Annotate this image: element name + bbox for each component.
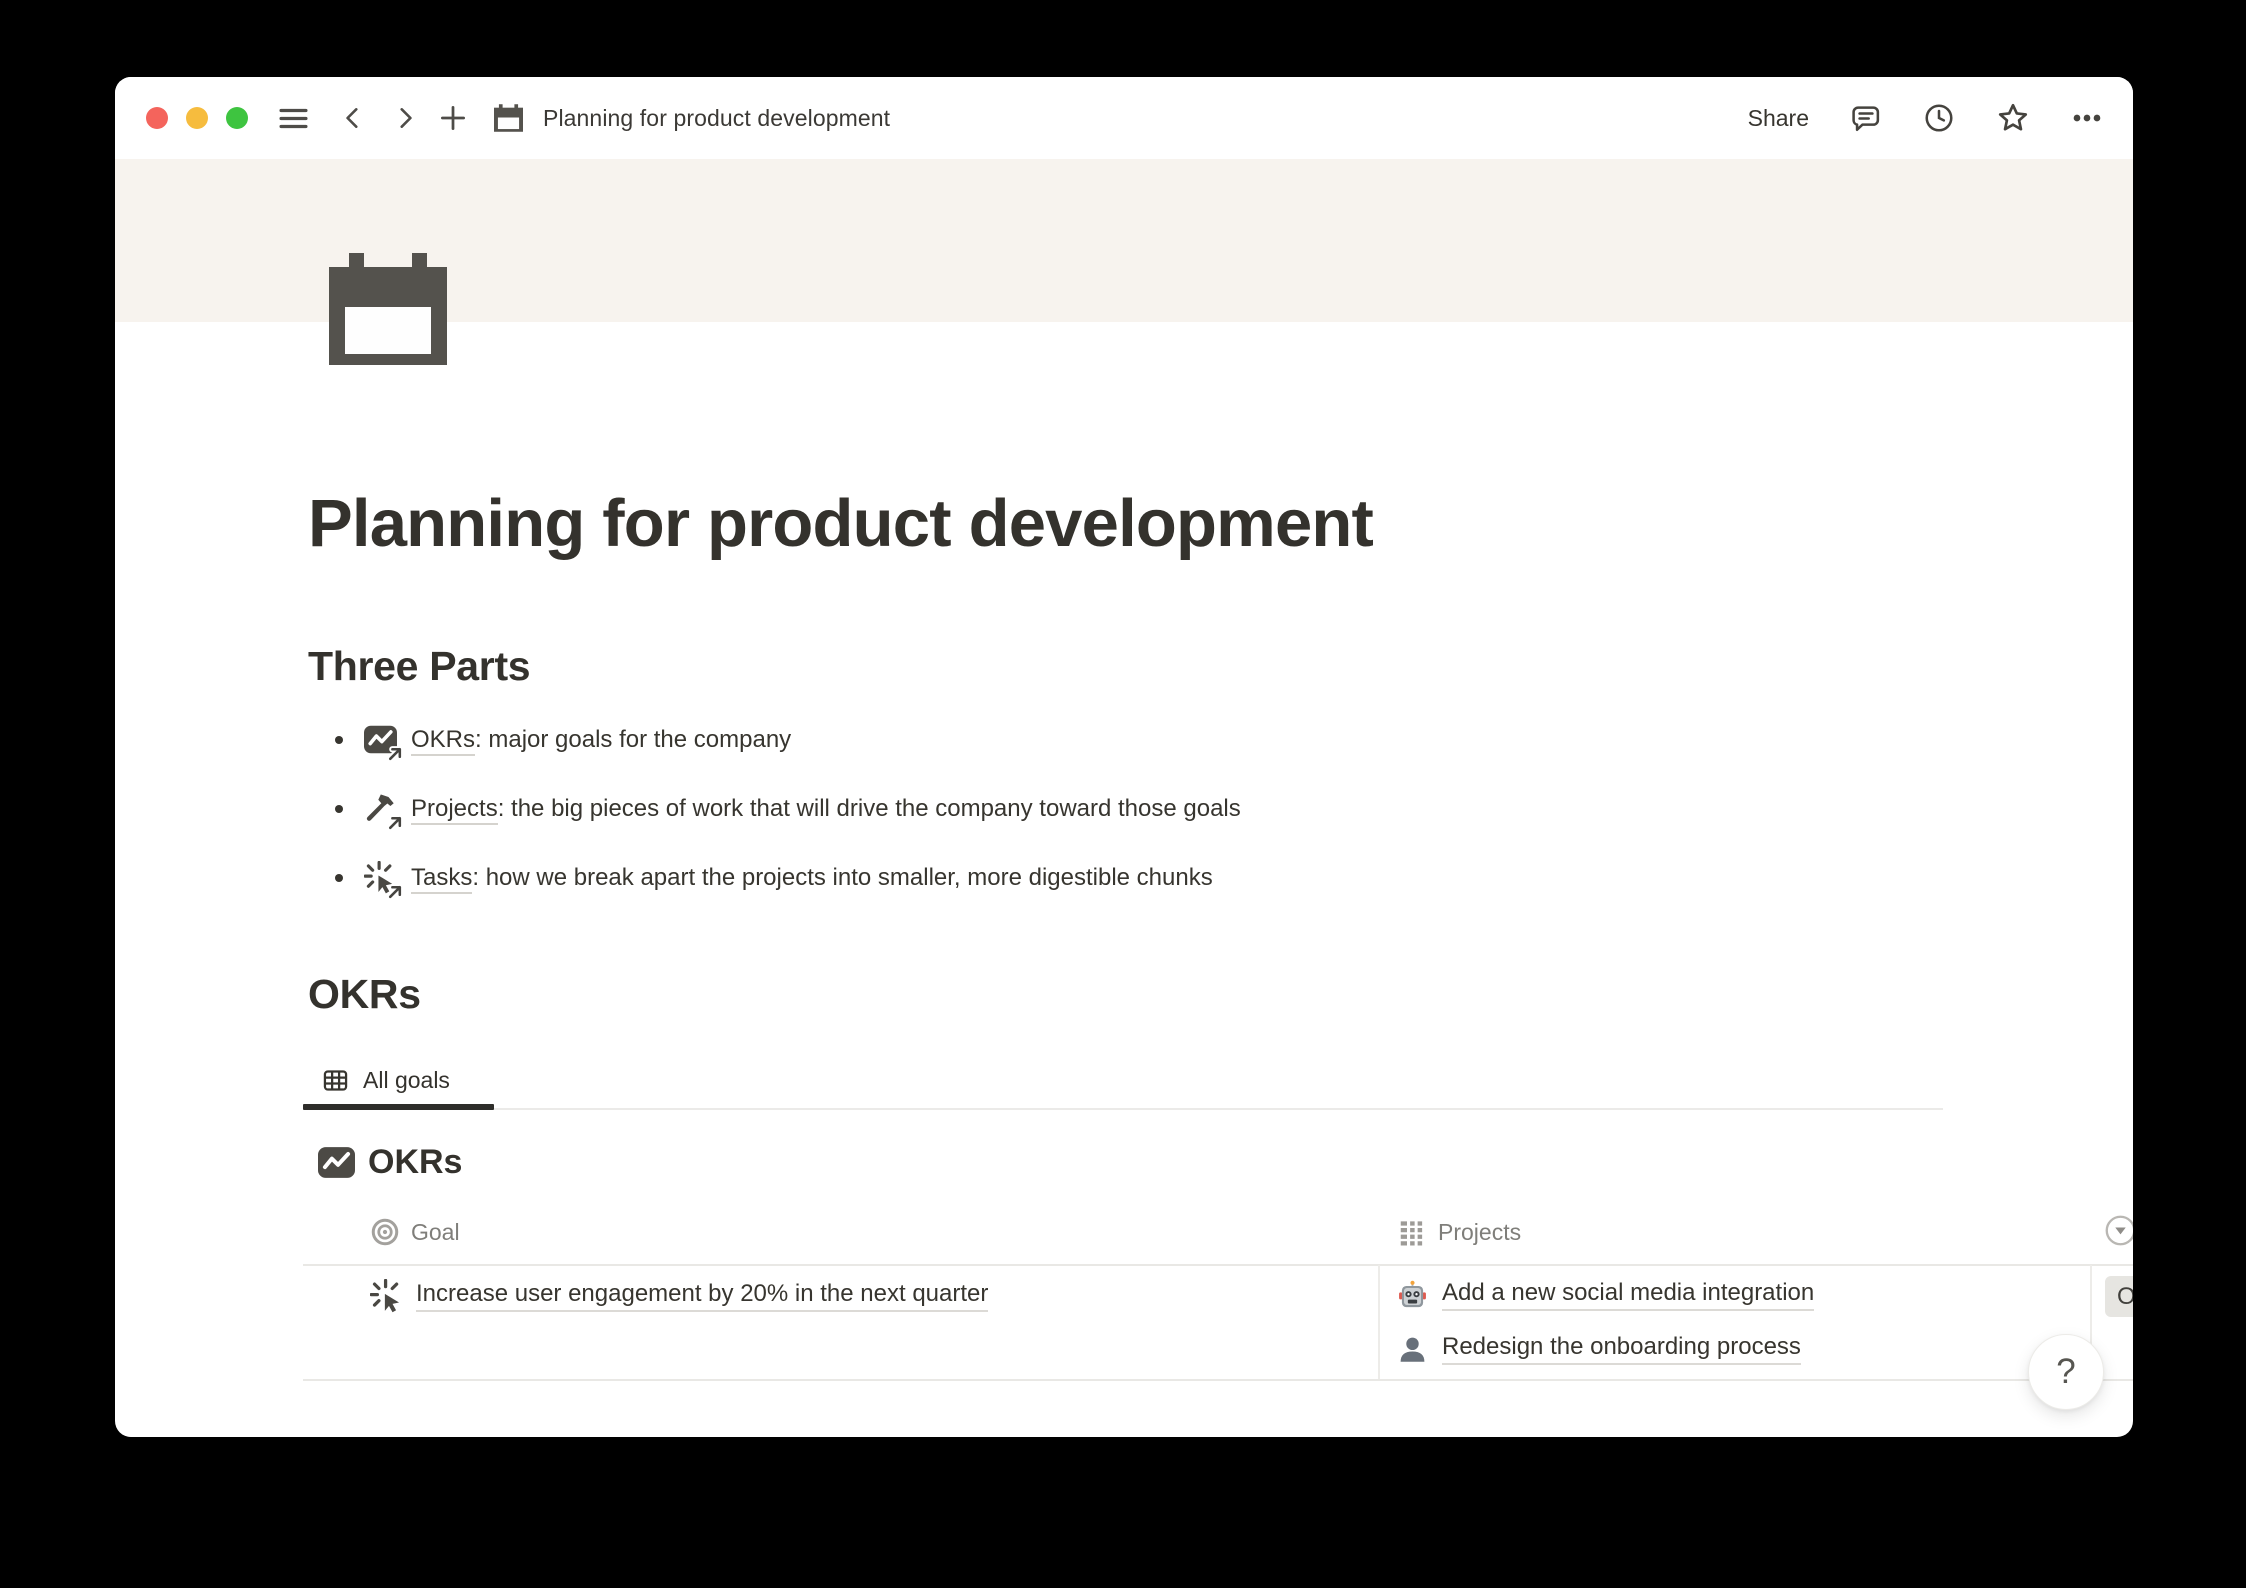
new-tab-icon[interactable] bbox=[438, 103, 468, 133]
history-clock-icon[interactable] bbox=[1923, 102, 1955, 134]
status-badge[interactable]: O bbox=[2105, 1276, 2133, 1317]
goal-click-icon bbox=[370, 1279, 404, 1313]
projects-page-link[interactable]: Projects bbox=[411, 795, 498, 825]
column-chevron-down-icon[interactable] bbox=[2104, 1214, 2133, 1247]
page-icon-calendar[interactable] bbox=[329, 253, 447, 365]
minimize-window-button[interactable] bbox=[186, 107, 208, 129]
more-options-icon[interactable] bbox=[2071, 102, 2103, 134]
project-link-item: Redesign the onboarding process bbox=[1397, 1333, 1801, 1365]
tab-divider bbox=[303, 1108, 1943, 1110]
column-label: Projects bbox=[1438, 1219, 1521, 1246]
back-icon[interactable] bbox=[340, 103, 366, 133]
link-arrow-icon bbox=[386, 814, 403, 831]
tab-all-goals[interactable]: All goals bbox=[303, 1055, 450, 1105]
zoom-window-button[interactable] bbox=[226, 107, 248, 129]
bullet-rest: : the big pieces of work that will drive… bbox=[498, 795, 1241, 822]
favorite-star-icon[interactable] bbox=[1996, 101, 2030, 135]
bullet-marker bbox=[335, 805, 343, 813]
okrs-chart-icon bbox=[364, 723, 397, 756]
bullet-text: OKRs: major goals for the company bbox=[411, 726, 791, 754]
tasks-page-link[interactable]: Tasks bbox=[411, 864, 472, 894]
linked-database-title[interactable]: OKRs bbox=[318, 1143, 462, 1182]
project-page-link[interactable]: Redesign the onboarding process bbox=[1442, 1333, 1801, 1365]
share-button[interactable]: Share bbox=[1748, 105, 1809, 132]
close-window-button[interactable] bbox=[146, 107, 168, 129]
bullet-marker bbox=[335, 874, 343, 882]
page-title: Planning for product development bbox=[308, 485, 1373, 562]
goal-page-link[interactable]: Increase user engagement by 20% in the n… bbox=[416, 1280, 988, 1312]
person-silhouette-icon bbox=[1397, 1334, 1428, 1365]
help-button[interactable]: ? bbox=[2028, 1334, 2104, 1410]
column-header-projects[interactable]: Projects bbox=[1397, 1216, 1521, 1248]
bullet-text: Projects: the big pieces of work that wi… bbox=[411, 795, 1241, 823]
projects-hammer-icon bbox=[364, 792, 397, 825]
app-window: Planning for product development Share bbox=[115, 77, 2133, 1437]
sidebar-menu-icon[interactable] bbox=[277, 102, 310, 135]
three-parts-heading: Three Parts bbox=[308, 643, 530, 690]
relation-grid-icon bbox=[1397, 1217, 1427, 1247]
tasks-click-icon bbox=[364, 861, 397, 894]
active-tab-underline bbox=[303, 1104, 494, 1110]
titlebar: Planning for product development Share bbox=[115, 77, 2133, 159]
column-label: Goal bbox=[411, 1219, 460, 1246]
link-arrow-icon bbox=[386, 745, 403, 762]
breadcrumb-title: Planning for product development bbox=[543, 105, 890, 132]
titlebar-actions: Share bbox=[1748, 77, 2103, 159]
list-item: Projects: the big pieces of work that wi… bbox=[308, 774, 1868, 843]
project-link-item: Add a new social media integration bbox=[1397, 1279, 1814, 1311]
comments-icon[interactable] bbox=[1850, 102, 1882, 134]
goal-cell: Increase user engagement by 20% in the n… bbox=[370, 1279, 988, 1313]
okrs-heading: OKRs bbox=[308, 971, 421, 1018]
three-parts-list: OKRs: major goals for the company Projec… bbox=[308, 705, 1868, 912]
project-page-link[interactable]: Add a new social media integration bbox=[1442, 1279, 1814, 1311]
bullet-text: Tasks: how we break apart the projects i… bbox=[411, 864, 1213, 892]
forward-icon[interactable] bbox=[392, 103, 418, 133]
breadcrumb[interactable]: Planning for product development bbox=[494, 104, 890, 132]
okrs-page-link[interactable]: OKRs bbox=[411, 726, 475, 756]
robot-icon bbox=[1397, 1280, 1428, 1311]
database-title-text: OKRs bbox=[368, 1143, 462, 1182]
bullet-marker bbox=[335, 736, 343, 744]
table-header-divider bbox=[303, 1264, 2133, 1266]
page-calendar-icon bbox=[494, 104, 523, 132]
column-divider bbox=[1378, 1265, 1380, 1379]
bullet-rest: : how we break apart the projects into s… bbox=[472, 864, 1212, 891]
bullet-rest: : major goals for the company bbox=[475, 726, 791, 753]
list-item: OKRs: major goals for the company bbox=[308, 705, 1868, 774]
tab-label: All goals bbox=[363, 1067, 450, 1094]
table-row-divider bbox=[303, 1379, 2133, 1381]
table-view-icon bbox=[322, 1067, 349, 1094]
column-header-goal[interactable]: Goal bbox=[370, 1216, 460, 1248]
okrs-database-icon bbox=[318, 1144, 355, 1181]
traffic-lights bbox=[146, 107, 248, 129]
target-icon bbox=[370, 1217, 400, 1247]
link-arrow-icon bbox=[386, 883, 403, 900]
list-item: Tasks: how we break apart the projects i… bbox=[308, 843, 1868, 912]
